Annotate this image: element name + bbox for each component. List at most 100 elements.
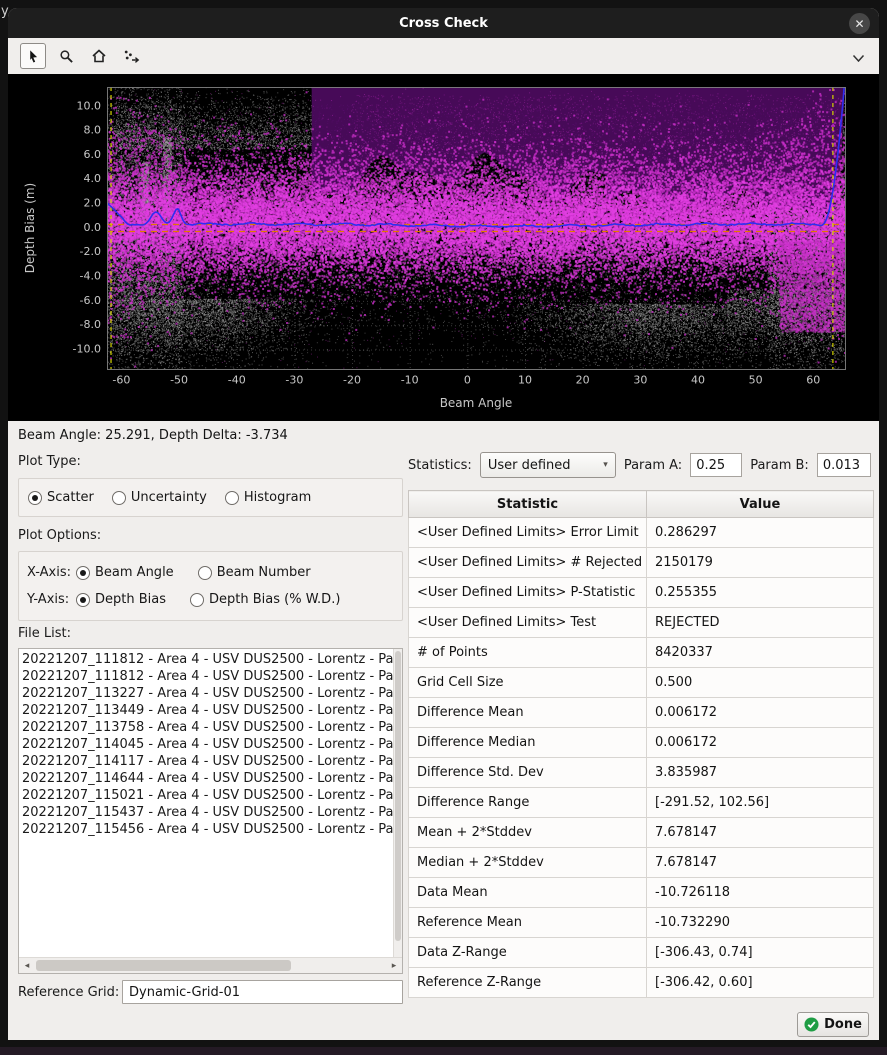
stat-row: <User Defined Limits> P-Statistic0.25535… [409,578,874,608]
file-list-item[interactable]: 20221207_115437 - Area 4 - USV DUS2500 -… [22,804,393,821]
hscroll-left-arrow-icon[interactable]: ◂ [19,958,35,973]
file-list-item[interactable]: 20221207_114117 - Area 4 - USV DUS2500 -… [22,753,393,770]
toolbar-overflow-chevron[interactable] [852,48,865,67]
stat-name: <User Defined Limits> # Rejected [409,548,647,578]
stat-value: -10.732290 [647,908,874,938]
done-check-icon [804,1017,819,1032]
file-list-item[interactable]: 20221207_114644 - Area 4 - USV DUS2500 -… [22,770,393,787]
radio-scatter[interactable]: Scatter [28,490,94,505]
stat-row: Data Z-Range[-306.43, 0.74] [409,938,874,968]
statistics-selected-value: User defined [488,458,571,473]
titlebar[interactable]: Cross Check ✕ [8,8,879,38]
radio-circle-icon [190,593,204,607]
stat-row: Reference Z-Range[-306.42, 0.60] [409,968,874,998]
param-b-input[interactable] [817,453,871,477]
file-list-item[interactable]: 20221207_114045 - Area 4 - USV DUS2500 -… [22,736,393,753]
cursor-readout: Beam Angle: 25.291, Depth Delta: -3.734 [18,428,288,443]
radio-depth-bias[interactable]: Depth Bias [76,592,166,607]
file-list-vscrollbar[interactable] [393,649,402,957]
statistics-label: Statistics: [408,458,472,473]
stat-row: Grid Cell Size0.500 [409,668,874,698]
stat-name: Mean + 2*Stddev [409,818,647,848]
radio-label: Uncertainty [131,490,207,505]
y-axis-row: Y-Axis: Depth BiasDepth Bias (% W.D.) [27,586,402,613]
plot-options-group: X-Axis: Beam AngleBeam Number Y-Axis: De… [18,551,403,621]
file-list-item[interactable]: 20221207_111812 - Area 4 - USV DUS2500 -… [22,668,393,685]
file-list-item[interactable]: 20221207_113227 - Area 4 - USV DUS2500 -… [22,685,393,702]
stat-row: Mean + 2*Stddev7.678147 [409,818,874,848]
home-view-button[interactable] [86,43,112,69]
stat-name: Median + 2*Stddev [409,848,647,878]
radio-depth-bias-w-d[interactable]: Depth Bias (% W.D.) [190,592,340,607]
param-a-input[interactable] [690,453,742,477]
statistics-row: Statistics: User defined ▾ Param A: Para… [408,452,874,478]
radio-label: Depth Bias (% W.D.) [209,592,340,607]
stat-row: Difference Mean0.006172 [409,698,874,728]
radio-label: Histogram [244,490,311,505]
stat-row: <User Defined Limits> TestREJECTED [409,608,874,638]
reference-grid-input[interactable] [122,980,403,1004]
stat-value: 7.678147 [647,848,874,878]
stat-name: Difference Mean [409,698,647,728]
radio-label: Depth Bias [95,592,166,607]
stat-row: Reference Mean-10.732290 [409,908,874,938]
stat-value: 0.255355 [647,578,874,608]
stat-value: 8420337 [647,638,874,668]
file-list-label: File List: [18,626,71,641]
plot-type-label: Plot Type: [18,454,81,469]
stats-table-header-row: Statistic Value [409,491,874,518]
stat-value: 0.006172 [647,728,874,758]
stat-name: Difference Std. Dev [409,758,647,788]
stat-value: 7.678147 [647,818,874,848]
stat-row: Median + 2*Stddev7.678147 [409,848,874,878]
stat-value: [-306.42, 0.60] [647,968,874,998]
radio-beam-angle[interactable]: Beam Angle [76,565,174,580]
radio-uncertainty[interactable]: Uncertainty [112,490,207,505]
reference-grid-label: Reference Grid: [18,985,119,1000]
file-list-item[interactable]: 20221207_111812 - Area 4 - USV DUS2500 -… [22,651,393,668]
home-icon [91,48,107,64]
radio-circle-icon [28,491,42,505]
pointer-tool-button[interactable] [20,43,46,69]
radio-histogram[interactable]: Histogram [225,490,311,505]
file-list-item[interactable]: 20221207_113758 - Area 4 - USV DUS2500 -… [22,719,393,736]
window-title: Cross Check [399,16,488,31]
file-list-item[interactable]: 20221207_115456 - Area 4 - USV DUS2500 -… [22,821,393,838]
hscroll-right-arrow-icon[interactable]: ▸ [386,958,402,973]
background-bottom-strip [0,1047,887,1055]
file-list-item[interactable]: 20221207_115021 - Area 4 - USV DUS2500 -… [22,787,393,804]
stat-value: 0.500 [647,668,874,698]
x-axis-row: X-Axis: Beam AngleBeam Number [27,559,402,586]
stat-value: [-291.52, 102.56] [647,788,874,818]
hscroll-thumb[interactable] [36,960,291,971]
stat-value: 3.835987 [647,758,874,788]
file-list[interactable]: 20221207_111812 - Area 4 - USV DUS2500 -… [18,648,403,974]
radio-circle-icon [76,566,90,580]
stat-name: <User Defined Limits> P-Statistic [409,578,647,608]
close-button[interactable]: ✕ [849,13,870,34]
stat-row: <User Defined Limits> Error Limit0.28629… [409,518,874,548]
zoom-tool-button[interactable] [53,43,79,69]
done-button[interactable]: Done [797,1012,869,1037]
statistic-column-header: Statistic [409,491,647,518]
crosscheck-plot-canvas[interactable] [8,74,879,421]
radio-circle-icon [198,566,212,580]
plot-toolbar [8,38,879,74]
magnifier-icon [59,49,74,64]
plot-options-icon [123,48,141,64]
dropdown-arrow-icon: ▾ [603,460,608,470]
chevron-down-icon [852,54,865,63]
stat-name: # of Points [409,638,647,668]
cross-check-dialog: Cross Check ✕ Beam Angle: 25.291, Depth … [8,8,879,1040]
radio-label: Scatter [47,490,94,505]
radio-beam-number[interactable]: Beam Number [198,565,311,580]
statistics-dropdown[interactable]: User defined ▾ [480,452,616,478]
value-column-header: Value [647,491,874,518]
plot-options-tool-button[interactable] [119,43,145,69]
file-list-hscrollbar[interactable]: ◂ ▸ [19,957,402,973]
radio-label: Beam Number [217,565,311,580]
plot-area[interactable] [8,74,879,421]
file-list-item[interactable]: 20221207_113449 - Area 4 - USV DUS2500 -… [22,702,393,719]
vscroll-thumb[interactable] [395,651,401,941]
stat-name: <User Defined Limits> Test [409,608,647,638]
